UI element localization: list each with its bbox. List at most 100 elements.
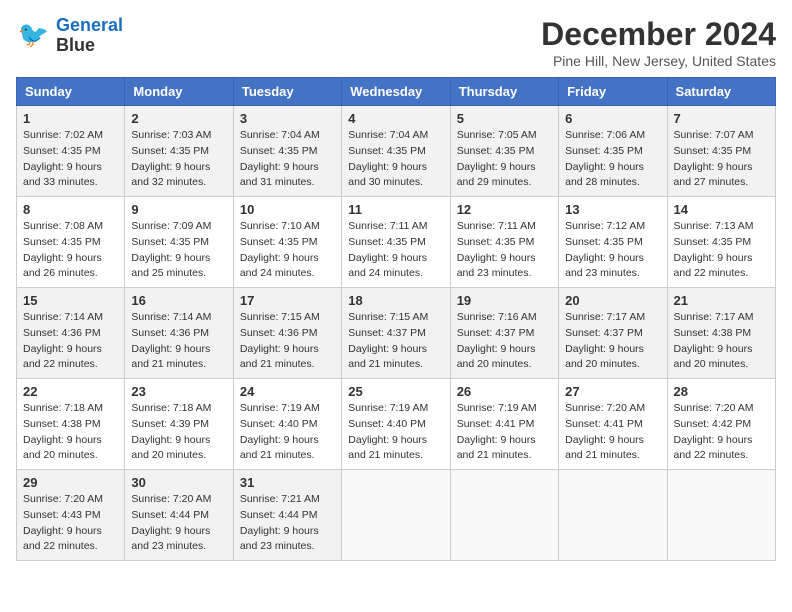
day-number: 17 <box>240 293 335 308</box>
sunset-label: Sunset: 4:37 PM <box>565 327 643 339</box>
calendar-header-cell: Monday <box>125 78 233 106</box>
sunset-label: Sunset: 4:35 PM <box>23 236 101 248</box>
daylight-label: Daylight: 9 hours and 22 minutes. <box>23 343 102 371</box>
day-number: 22 <box>23 384 118 399</box>
calendar-day-cell <box>450 470 558 561</box>
title-area: December 2024 Pine Hill, New Jersey, Uni… <box>541 16 776 69</box>
daylight-label: Daylight: 9 hours and 21 minutes. <box>240 343 319 371</box>
calendar-header-cell: Sunday <box>17 78 125 106</box>
day-number: 5 <box>457 111 552 126</box>
calendar-day-cell <box>667 470 775 561</box>
day-number: 21 <box>674 293 769 308</box>
sunrise-label: Sunrise: 7:19 AM <box>240 402 320 414</box>
daylight-label: Daylight: 9 hours and 21 minutes. <box>348 434 427 462</box>
calendar-day-cell: 26 Sunrise: 7:19 AM Sunset: 4:41 PM Dayl… <box>450 379 558 470</box>
calendar-header-cell: Wednesday <box>342 78 450 106</box>
calendar-day-cell: 6 Sunrise: 7:06 AM Sunset: 4:35 PM Dayli… <box>559 106 667 197</box>
day-number: 1 <box>23 111 118 126</box>
calendar-day-cell: 24 Sunrise: 7:19 AM Sunset: 4:40 PM Dayl… <box>233 379 341 470</box>
calendar-day-cell: 10 Sunrise: 7:10 AM Sunset: 4:35 PM Dayl… <box>233 197 341 288</box>
sunset-label: Sunset: 4:42 PM <box>674 418 752 430</box>
calendar-week-row: 22 Sunrise: 7:18 AM Sunset: 4:38 PM Dayl… <box>17 379 776 470</box>
sunset-label: Sunset: 4:35 PM <box>457 145 535 157</box>
calendar-header-row: SundayMondayTuesdayWednesdayThursdayFrid… <box>17 78 776 106</box>
day-info: Sunrise: 7:13 AM Sunset: 4:35 PM Dayligh… <box>674 219 769 282</box>
calendar-day-cell: 22 Sunrise: 7:18 AM Sunset: 4:38 PM Dayl… <box>17 379 125 470</box>
sunset-label: Sunset: 4:41 PM <box>457 418 535 430</box>
sunset-label: Sunset: 4:36 PM <box>240 327 318 339</box>
day-info: Sunrise: 7:14 AM Sunset: 4:36 PM Dayligh… <box>131 310 226 373</box>
sunset-label: Sunset: 4:35 PM <box>348 236 426 248</box>
day-info: Sunrise: 7:19 AM Sunset: 4:40 PM Dayligh… <box>348 401 443 464</box>
day-info: Sunrise: 7:11 AM Sunset: 4:35 PM Dayligh… <box>348 219 443 282</box>
sunrise-label: Sunrise: 7:13 AM <box>674 220 754 232</box>
logo-text: General Blue <box>56 16 123 56</box>
sunrise-label: Sunrise: 7:11 AM <box>348 220 427 232</box>
calendar-day-cell: 25 Sunrise: 7:19 AM Sunset: 4:40 PM Dayl… <box>342 379 450 470</box>
day-info: Sunrise: 7:20 AM Sunset: 4:42 PM Dayligh… <box>674 401 769 464</box>
calendar-day-cell: 13 Sunrise: 7:12 AM Sunset: 4:35 PM Dayl… <box>559 197 667 288</box>
day-info: Sunrise: 7:15 AM Sunset: 4:36 PM Dayligh… <box>240 310 335 373</box>
daylight-label: Daylight: 9 hours and 29 minutes. <box>457 161 536 189</box>
sunset-label: Sunset: 4:36 PM <box>131 327 209 339</box>
sunset-label: Sunset: 4:35 PM <box>674 145 752 157</box>
day-number: 18 <box>348 293 443 308</box>
day-info: Sunrise: 7:12 AM Sunset: 4:35 PM Dayligh… <box>565 219 660 282</box>
daylight-label: Daylight: 9 hours and 21 minutes. <box>457 434 536 462</box>
sunrise-label: Sunrise: 7:15 AM <box>348 311 428 323</box>
day-info: Sunrise: 7:20 AM Sunset: 4:44 PM Dayligh… <box>131 492 226 555</box>
calendar-week-row: 8 Sunrise: 7:08 AM Sunset: 4:35 PM Dayli… <box>17 197 776 288</box>
day-info: Sunrise: 7:18 AM Sunset: 4:39 PM Dayligh… <box>131 401 226 464</box>
calendar-day-cell: 2 Sunrise: 7:03 AM Sunset: 4:35 PM Dayli… <box>125 106 233 197</box>
calendar-day-cell: 23 Sunrise: 7:18 AM Sunset: 4:39 PM Dayl… <box>125 379 233 470</box>
day-info: Sunrise: 7:19 AM Sunset: 4:40 PM Dayligh… <box>240 401 335 464</box>
logo: 🐦 General Blue <box>16 16 123 56</box>
calendar-day-cell <box>342 470 450 561</box>
calendar-header-cell: Saturday <box>667 78 775 106</box>
daylight-label: Daylight: 9 hours and 20 minutes. <box>674 343 753 371</box>
calendar-day-cell: 3 Sunrise: 7:04 AM Sunset: 4:35 PM Dayli… <box>233 106 341 197</box>
daylight-label: Daylight: 9 hours and 33 minutes. <box>23 161 102 189</box>
day-info: Sunrise: 7:14 AM Sunset: 4:36 PM Dayligh… <box>23 310 118 373</box>
day-info: Sunrise: 7:16 AM Sunset: 4:37 PM Dayligh… <box>457 310 552 373</box>
day-number: 20 <box>565 293 660 308</box>
sunrise-label: Sunrise: 7:20 AM <box>565 402 645 414</box>
daylight-label: Daylight: 9 hours and 22 minutes. <box>23 525 102 553</box>
calendar-day-cell: 16 Sunrise: 7:14 AM Sunset: 4:36 PM Dayl… <box>125 288 233 379</box>
calendar-day-cell: 5 Sunrise: 7:05 AM Sunset: 4:35 PM Dayli… <box>450 106 558 197</box>
sunrise-label: Sunrise: 7:07 AM <box>674 129 754 141</box>
day-info: Sunrise: 7:03 AM Sunset: 4:35 PM Dayligh… <box>131 128 226 191</box>
calendar-day-cell: 12 Sunrise: 7:11 AM Sunset: 4:35 PM Dayl… <box>450 197 558 288</box>
sunrise-label: Sunrise: 7:09 AM <box>131 220 211 232</box>
day-number: 7 <box>674 111 769 126</box>
sunrise-label: Sunrise: 7:08 AM <box>23 220 103 232</box>
calendar-day-cell: 27 Sunrise: 7:20 AM Sunset: 4:41 PM Dayl… <box>559 379 667 470</box>
calendar-day-cell: 30 Sunrise: 7:20 AM Sunset: 4:44 PM Dayl… <box>125 470 233 561</box>
daylight-label: Daylight: 9 hours and 27 minutes. <box>674 161 753 189</box>
sunrise-label: Sunrise: 7:20 AM <box>131 493 211 505</box>
sunrise-label: Sunrise: 7:21 AM <box>240 493 320 505</box>
day-number: 19 <box>457 293 552 308</box>
calendar-week-row: 29 Sunrise: 7:20 AM Sunset: 4:43 PM Dayl… <box>17 470 776 561</box>
day-info: Sunrise: 7:19 AM Sunset: 4:41 PM Dayligh… <box>457 401 552 464</box>
daylight-label: Daylight: 9 hours and 22 minutes. <box>674 434 753 462</box>
calendar-day-cell: 9 Sunrise: 7:09 AM Sunset: 4:35 PM Dayli… <box>125 197 233 288</box>
day-number: 28 <box>674 384 769 399</box>
sunset-label: Sunset: 4:40 PM <box>348 418 426 430</box>
sunrise-label: Sunrise: 7:05 AM <box>457 129 537 141</box>
month-title: December 2024 <box>541 16 776 53</box>
sunrise-label: Sunrise: 7:15 AM <box>240 311 320 323</box>
day-info: Sunrise: 7:07 AM Sunset: 4:35 PM Dayligh… <box>674 128 769 191</box>
day-number: 24 <box>240 384 335 399</box>
daylight-label: Daylight: 9 hours and 23 minutes. <box>240 525 319 553</box>
sunrise-label: Sunrise: 7:04 AM <box>240 129 320 141</box>
sunrise-label: Sunrise: 7:20 AM <box>23 493 103 505</box>
logo-line1: General <box>56 15 123 35</box>
logo-icon: 🐦 <box>16 18 52 54</box>
sunrise-label: Sunrise: 7:14 AM <box>131 311 211 323</box>
sunrise-label: Sunrise: 7:12 AM <box>565 220 645 232</box>
day-number: 30 <box>131 475 226 490</box>
daylight-label: Daylight: 9 hours and 31 minutes. <box>240 161 319 189</box>
day-number: 11 <box>348 202 443 217</box>
sunset-label: Sunset: 4:44 PM <box>240 509 318 521</box>
